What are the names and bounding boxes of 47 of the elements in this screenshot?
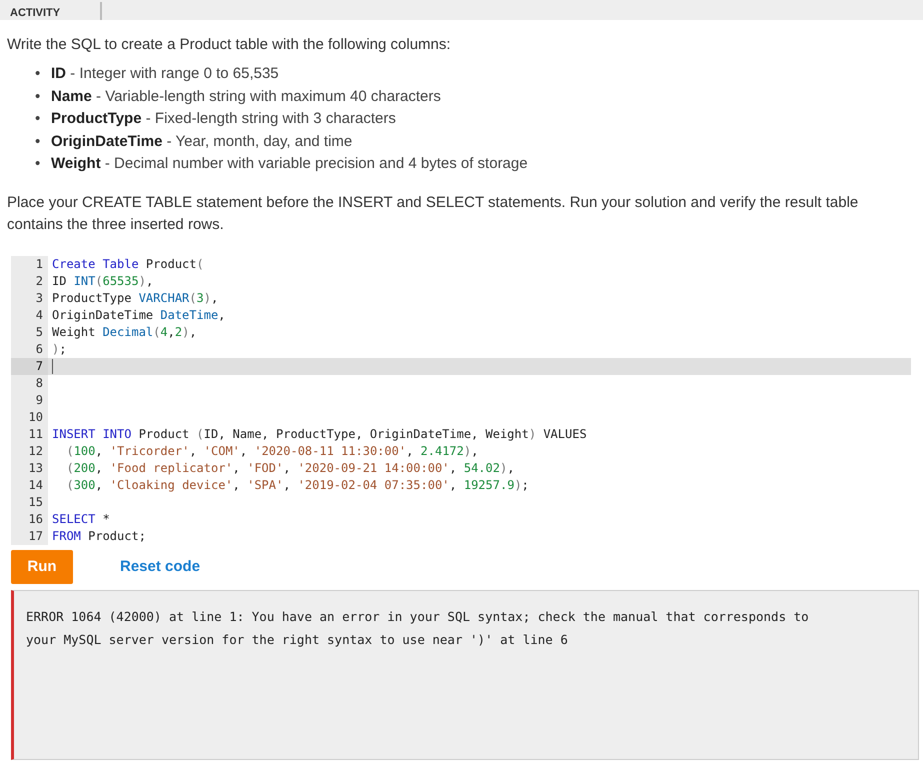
run-button[interactable]: Run <box>11 550 73 584</box>
text-cursor <box>52 358 53 374</box>
line-number: 15 <box>11 494 48 510</box>
code-line: ProductType VARCHAR(3), <box>51 290 218 306</box>
line-number: 11 <box>11 426 48 442</box>
code-line: (200, 'Food replicator', 'FOD', '2020-09-21 14:00:00', 54.02), <box>65 460 514 476</box>
line-number: 4 <box>11 306 48 324</box>
bullet-marker: • <box>35 86 42 106</box>
prompt-text: Write the SQL to create a Product table with the following columns: <box>7 36 452 53</box>
code-line: Weight Decimal(4,2), <box>51 324 197 340</box>
code-line: ID INT(65535), <box>51 272 154 290</box>
column-description: Name - Variable-length string with maximum 40 characters <box>51 86 441 106</box>
line-number: 3 <box>11 290 48 306</box>
line-number: 7 <box>11 358 48 374</box>
line-number: 16 <box>11 510 48 528</box>
code-line: OriginDateTime DateTime, <box>51 306 226 324</box>
code-editor[interactable] <box>11 256 911 544</box>
reset-code-link[interactable]: Reset code <box>120 558 200 575</box>
activity-label: ACTIVITY <box>10 6 62 20</box>
code-line: ); <box>51 340 66 358</box>
bullet-marker: • <box>35 109 42 129</box>
code-line: SELECT * <box>51 510 110 528</box>
instructions-text: Place your CREATE TABLE statement before the INSERT and SELECT statements. Run your solution and verify the result table contains the three inserted rows. <box>7 192 860 234</box>
line-number: 13 <box>11 460 48 476</box>
code-line: Create Table Product( <box>51 256 204 272</box>
code-line: (100, 'Tricorder', 'COM', '2020-08-11 11:30:00', 2.4172), <box>65 442 478 460</box>
code-line: FROM Product; <box>51 528 146 544</box>
line-number: 12 <box>11 442 48 460</box>
bullet-marker: • <box>35 154 42 174</box>
line-number: 9 <box>11 392 48 408</box>
column-description: Weight - Decimal number with variable precision and 4 bytes of storage <box>51 154 528 174</box>
line-number: 2 <box>11 272 48 290</box>
line-number: 6 <box>11 340 48 358</box>
line-number: 14 <box>11 476 48 494</box>
line-number: 1 <box>11 256 48 272</box>
column-description: ProductType - Fixed-length string with 3 characters <box>51 109 396 129</box>
column-description: OriginDateTime - Year, month, day, and time <box>51 132 352 152</box>
line-number: 8 <box>11 374 48 392</box>
error-message: ERROR 1064 (42000) at line 1: You have an error in your SQL syntax; check the manual that corresponds to your MySQL server version for the right syntax to use near ')' at line 6 <box>26 608 810 649</box>
code-line: (300, 'Cloaking device', 'SPA', '2019-02-04 07:35:00', 19257.9); <box>65 476 529 494</box>
bullet-marker: • <box>35 64 42 84</box>
line-number: 17 <box>11 528 48 544</box>
bullet-marker: • <box>35 132 42 152</box>
line-number: 5 <box>11 324 48 340</box>
line-number: 10 <box>11 408 48 426</box>
code-line: INSERT INTO Product (ID, Name, ProductType, OriginDateTime, Weight) VALUES <box>51 426 587 442</box>
column-description: ID - Integer with range 0 to 65,535 <box>51 64 279 84</box>
